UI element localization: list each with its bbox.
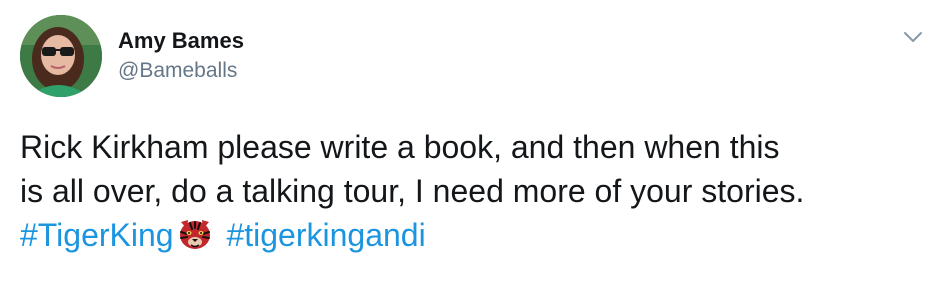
avatar[interactable] <box>20 15 102 97</box>
tweet-text-line-2: is all over, do a talking tour, I need m… <box>20 173 805 209</box>
tweet-text-line-1: Rick Kirkham please write a book, and th… <box>20 129 780 165</box>
tweet-text: Rick Kirkham please write a book, and th… <box>20 125 940 257</box>
hashtag-tigerkingandi[interactable]: #tigerkingandi <box>226 217 425 253</box>
avatar-image <box>20 15 102 97</box>
hashtag-tigerking[interactable]: #TigerKing <box>20 217 174 253</box>
chevron-down-icon[interactable] <box>900 24 926 50</box>
tweet-hashtags: #TigerKing #tigerkingandi <box>20 213 940 257</box>
tweet-card: Amy Bames @Bameballs Rick Kirkham please… <box>0 0 950 288</box>
author-name[interactable]: Amy Bames <box>118 28 244 54</box>
tiger-face-icon <box>176 218 214 252</box>
author-handle[interactable]: @Bameballs <box>118 58 237 84</box>
